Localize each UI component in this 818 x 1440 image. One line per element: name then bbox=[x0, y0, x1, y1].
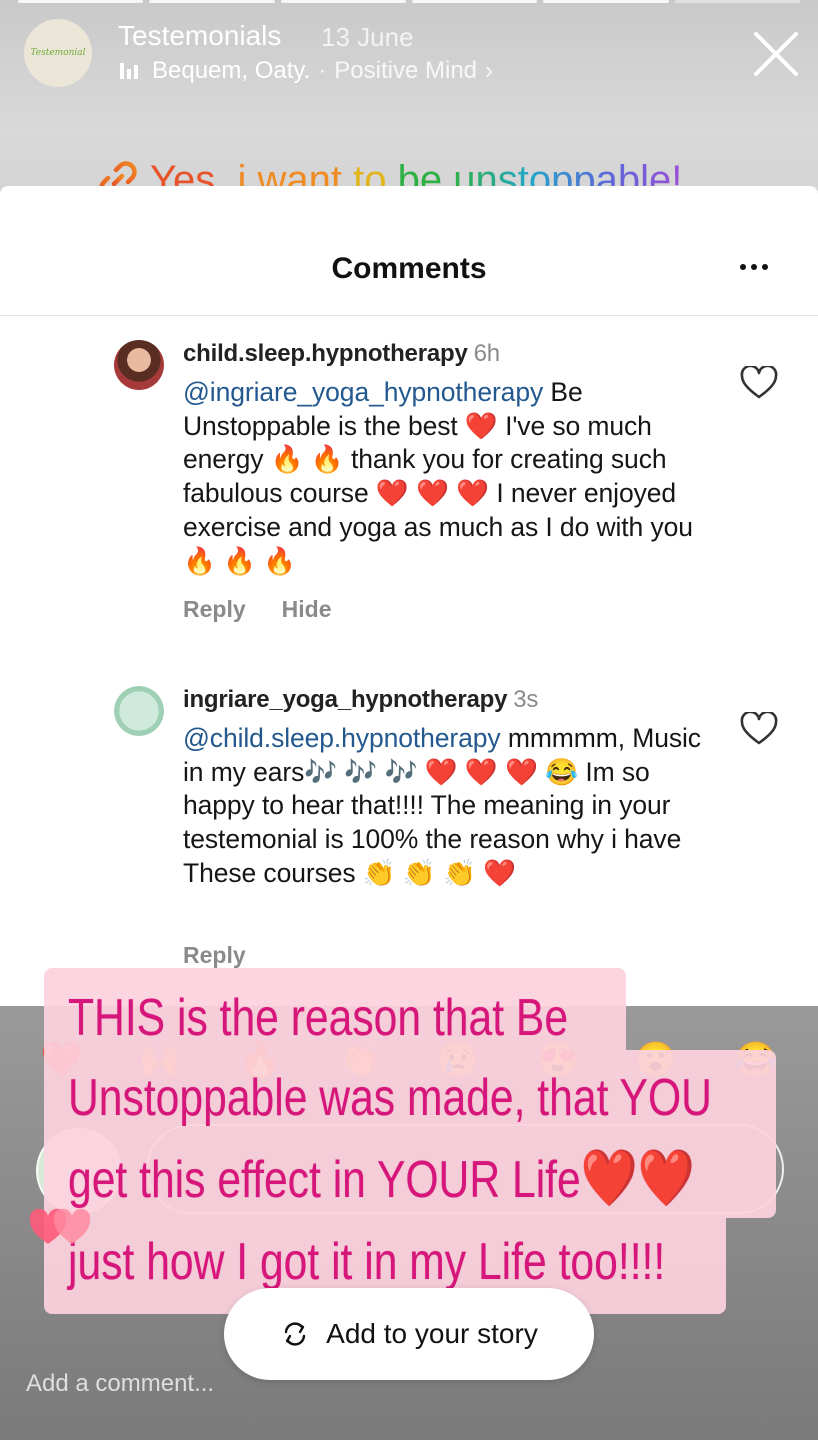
add-to-story-label: Add to your story bbox=[326, 1318, 538, 1349]
username-text: child.sleep.hypnotherapy bbox=[183, 340, 468, 367]
progress-segment bbox=[411, 0, 538, 3]
comments-header: Comments bbox=[0, 186, 818, 316]
comment-time: 6h bbox=[473, 340, 500, 367]
story-avatar[interactable]: Testemonial bbox=[24, 19, 92, 87]
music-bars-icon bbox=[120, 63, 138, 79]
comment-username[interactable]: child.sleep.hypnotherapy 6h bbox=[183, 340, 500, 368]
text-sticker: THIS is the reason that Be Unstoppable w… bbox=[44, 968, 784, 1314]
commenter-avatar[interactable] bbox=[114, 686, 164, 736]
story-date: 13 June bbox=[321, 22, 414, 52]
reply-button[interactable]: Reply bbox=[183, 942, 246, 969]
repost-icon bbox=[284, 1322, 306, 1346]
hide-button[interactable]: Hide bbox=[282, 596, 332, 623]
more-options-icon[interactable] bbox=[740, 264, 768, 270]
comment-time: 3s bbox=[513, 686, 539, 713]
comments-title: Comments bbox=[331, 252, 487, 285]
comment-actions: Reply Hide bbox=[183, 596, 331, 623]
progress-segment bbox=[543, 0, 669, 3]
username-text: ingriare_yoga_hypnotherapy bbox=[183, 686, 508, 713]
like-heart-icon[interactable] bbox=[740, 712, 778, 746]
comment-body: @ingriare_yoga_hypnotherapy Be Unstoppab… bbox=[183, 376, 723, 578]
comments-panel: Comments child.sleep.hypnotherapy 6h @ing… bbox=[0, 186, 818, 1006]
commenter-avatar[interactable] bbox=[114, 340, 164, 390]
progress-segment bbox=[674, 0, 800, 3]
comment-username[interactable]: ingriare_yoga_hypnotherapy 3s bbox=[183, 686, 538, 714]
close-icon[interactable] bbox=[750, 28, 802, 80]
music-artist: Bequem, Oaty. bbox=[152, 57, 311, 84]
progress-segment bbox=[149, 0, 275, 3]
comment-actions: Reply bbox=[183, 942, 246, 969]
heart-emoji: ❤️❤️ bbox=[580, 1146, 696, 1209]
reply-button[interactable]: Reply bbox=[183, 596, 246, 623]
sticker-line: get this effect in YOUR Life❤️❤️ bbox=[68, 1148, 695, 1210]
music-separator: · bbox=[318, 57, 327, 84]
sticker-line: just how I got it in my Life too!!!! bbox=[68, 1233, 666, 1291]
add-comment-input[interactable]: Add a comment... bbox=[26, 1370, 214, 1398]
mention-link[interactable]: @child.sleep.hypnotherapy bbox=[183, 723, 501, 753]
progress-segment bbox=[280, 0, 406, 3]
comment-body: @child.sleep.hypnotherapy mmmmm, Music i… bbox=[183, 722, 723, 891]
story-progress-bars bbox=[18, 0, 800, 3]
avatar-text: Testemonial bbox=[30, 48, 86, 58]
story-title[interactable]: Testemonials bbox=[118, 20, 281, 52]
sticker-line: Unstoppable was made, that YOU bbox=[68, 1069, 712, 1127]
progress-segment bbox=[18, 0, 144, 3]
like-heart-icon[interactable] bbox=[740, 366, 778, 400]
sticker-line-text: get this effect in YOUR Life bbox=[68, 1151, 581, 1209]
chevron-right-icon: › bbox=[485, 57, 494, 84]
sticker-line: THIS is the reason that Be bbox=[68, 989, 569, 1047]
music-attribution[interactable]: Bequem, Oaty. · Positive Mind › bbox=[120, 57, 493, 85]
music-track: Positive Mind bbox=[334, 57, 478, 84]
floating-hearts-icon bbox=[29, 1208, 91, 1244]
mention-link[interactable]: @ingriare_yoga_hypnotherapy bbox=[183, 377, 543, 407]
story-viewer: Testemonial Testemonials 13 June Bequem,… bbox=[0, 0, 818, 1440]
add-to-story-button[interactable]: Add to your story bbox=[224, 1288, 594, 1380]
